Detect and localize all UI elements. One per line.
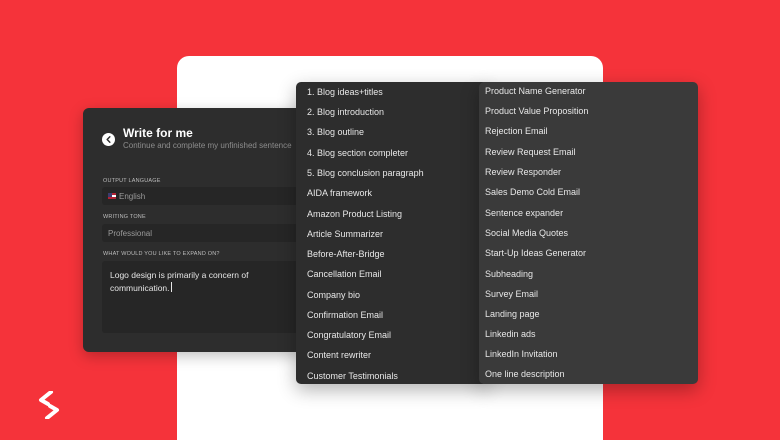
writing-tone-select[interactable]: Professional: [102, 224, 305, 242]
menu-item[interactable]: One line description: [485, 368, 565, 380]
menu-item[interactable]: LinkedIn Invitation: [485, 348, 558, 360]
menu-item[interactable]: Company bio: [307, 289, 360, 301]
menu-item[interactable]: Amazon Product Listing: [307, 208, 402, 220]
menu-item[interactable]: 1. Blog ideas+titles: [307, 86, 383, 98]
menu-item[interactable]: Cancellation Email: [307, 268, 382, 280]
menu-item[interactable]: Before-After-Bridge: [307, 248, 385, 260]
menu-item[interactable]: Product Name Generator: [485, 85, 586, 97]
expand-textarea[interactable]: Logo design is primarily a concern of co…: [102, 261, 305, 333]
menu-item[interactable]: Review Responder: [485, 166, 561, 178]
write-for-me-panel: Write for me Continue and complete my un…: [83, 108, 305, 352]
menu-item[interactable]: Article Summarizer: [307, 228, 383, 240]
brand-logo-icon: [39, 391, 59, 419]
writing-tone-value: Professional: [108, 228, 153, 238]
menu-item[interactable]: Content rewriter: [307, 349, 371, 361]
output-language-label: OUTPUT LANGUAGE: [103, 178, 161, 184]
panel-subtitle: Continue and complete my unfinished sent…: [123, 141, 292, 150]
us-flag-icon: [108, 193, 116, 199]
menu-item[interactable]: Social Media Quotes: [485, 227, 568, 239]
menu-item[interactable]: Landing page: [485, 308, 540, 320]
menu-item[interactable]: Linkedin ads: [485, 328, 536, 340]
writing-tone-label: WRITING TONE: [103, 214, 146, 220]
menu-item[interactable]: Congratulatory Email: [307, 329, 391, 341]
menu-item[interactable]: Sentence expander: [485, 207, 563, 219]
menu-item[interactable]: 4. Blog section completer: [307, 147, 408, 159]
menu-item[interactable]: Product Value Proposition: [485, 105, 588, 117]
menu-item[interactable]: 2. Blog introduction: [307, 106, 384, 118]
menu-item[interactable]: Review Request Email: [485, 146, 576, 158]
menu-item[interactable]: Sales Demo Cold Email: [485, 186, 580, 198]
text-caret: [170, 282, 172, 292]
output-language-select[interactable]: English: [102, 187, 305, 205]
menu-item[interactable]: Subheading: [485, 268, 533, 280]
menu-item[interactable]: Rejection Email: [485, 125, 548, 137]
menu-item[interactable]: Start-Up Ideas Generator: [485, 247, 586, 259]
panel-title: Write for me: [123, 126, 193, 140]
template-menu-right: Product Name Generator Product Value Pro…: [479, 82, 698, 384]
back-arrow-icon[interactable]: [102, 133, 115, 146]
output-language-value: English: [119, 191, 146, 201]
expand-label: WHAT WOULD YOU LIKE TO EXPAND ON?: [103, 251, 220, 257]
menu-item[interactable]: AIDA framework: [307, 187, 372, 199]
menu-item[interactable]: Survey Email: [485, 288, 538, 300]
menu-item[interactable]: Confirmation Email: [307, 309, 383, 321]
menu-item[interactable]: 5. Blog conclusion paragraph: [307, 167, 424, 179]
menu-item[interactable]: 3. Blog outline: [307, 126, 364, 138]
template-menu-left: 1. Blog ideas+titles 2. Blog introductio…: [296, 82, 488, 384]
expand-text: Logo design is primarily a concern of co…: [110, 270, 249, 293]
menu-item[interactable]: Customer Testimonials: [307, 370, 398, 382]
